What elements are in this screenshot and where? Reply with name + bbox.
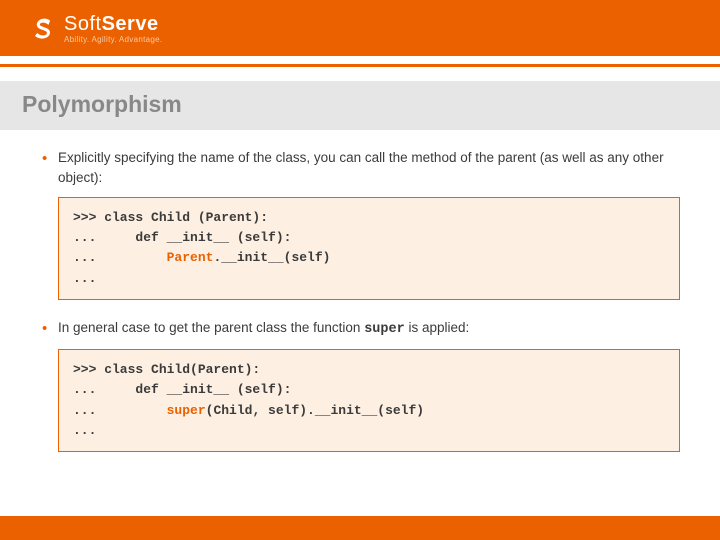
code2-l1: >>> class Child(Parent): bbox=[73, 362, 260, 377]
brand-banner: SoftServe Ability. Agility. Advantage. bbox=[0, 0, 720, 56]
brand-tagline: Ability. Agility. Advantage. bbox=[64, 35, 162, 44]
bullet-2-post: is applied: bbox=[405, 320, 470, 335]
code2-l4: ... bbox=[73, 423, 96, 438]
bullet-1: Explicitly specifying the name of the cl… bbox=[40, 148, 680, 187]
brand-name-bold: Serve bbox=[102, 13, 159, 35]
slide-title-bar: Polymorphism bbox=[0, 81, 720, 130]
brand-mark-icon bbox=[30, 14, 58, 42]
code1-l1: >>> class Child (Parent): bbox=[73, 210, 268, 225]
code2-l3b: (Child, self).__init__(self) bbox=[206, 403, 424, 418]
code-block-1: >>> class Child (Parent): ... def __init… bbox=[58, 197, 680, 300]
bullet-2-mono: super bbox=[364, 322, 405, 337]
code2-l2: ... def __init__ (self): bbox=[73, 382, 291, 397]
code1-l4: ... bbox=[73, 271, 96, 286]
code1-l3b: .__init__(self) bbox=[213, 250, 330, 265]
slide-content: Explicitly specifying the name of the cl… bbox=[0, 130, 720, 452]
code1-l3-highlight: Parent bbox=[167, 250, 214, 265]
code-block-2: >>> class Child(Parent): ... def __init_… bbox=[58, 349, 680, 452]
bullet-2-pre: In general case to get the parent class … bbox=[58, 320, 364, 335]
brand-name: SoftServe bbox=[64, 13, 162, 36]
brand-name-light: Soft bbox=[64, 13, 102, 35]
code2-l3-highlight: super bbox=[167, 403, 206, 418]
bullet-2: In general case to get the parent class … bbox=[40, 318, 680, 340]
code1-l2: ... def __init__ (self): bbox=[73, 230, 291, 245]
code1-l3a: ... bbox=[73, 250, 167, 265]
bullet-1-text: Explicitly specifying the name of the cl… bbox=[58, 150, 664, 185]
code2-l3a: ... bbox=[73, 403, 167, 418]
slide-title: Polymorphism bbox=[22, 91, 698, 118]
divider bbox=[0, 64, 720, 67]
footer-bar bbox=[0, 516, 720, 540]
brand-logo: SoftServe Ability. Agility. Advantage. bbox=[30, 13, 162, 44]
